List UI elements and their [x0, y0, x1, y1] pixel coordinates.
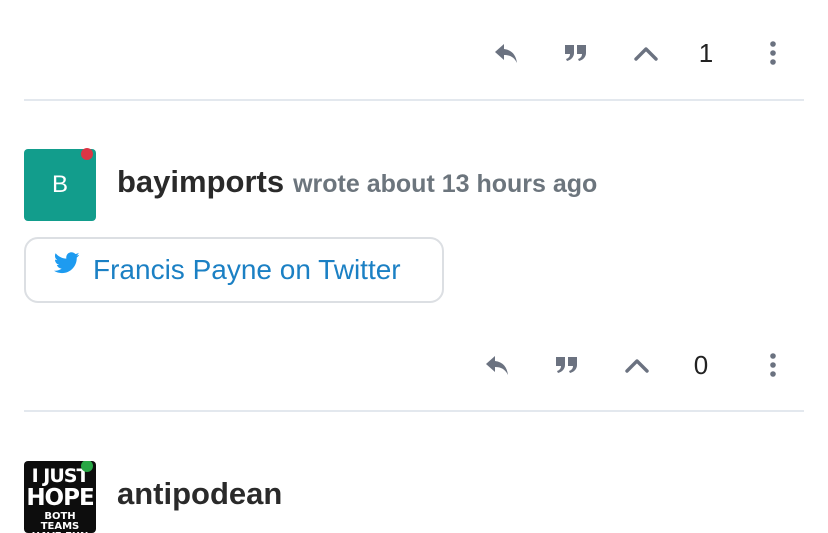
onebox-title: Francis Payne on Twitter	[93, 254, 401, 285]
chevron-up-icon	[625, 358, 649, 373]
upvote-button[interactable]	[631, 33, 661, 73]
avatar[interactable]: B	[24, 148, 96, 221]
avatar-letter: B	[51, 171, 68, 198]
vote-count[interactable]: 0	[686, 345, 716, 385]
username[interactable]: antipodean	[117, 476, 282, 512]
quote-icon	[565, 45, 586, 61]
post-divider	[24, 410, 804, 412]
quote-button[interactable]	[553, 345, 581, 385]
reply-icon	[485, 355, 508, 375]
vote-count[interactable]: 1	[692, 33, 720, 73]
quote-icon	[556, 357, 577, 373]
twitter-icon	[53, 251, 80, 279]
post-1-actions: 1	[0, 33, 828, 73]
chevron-up-icon	[634, 46, 658, 61]
reply-button[interactable]	[481, 345, 513, 385]
post-author-line: antipodean	[117, 476, 282, 512]
presence-indicator-away	[81, 148, 93, 160]
reply-icon	[494, 43, 517, 63]
username[interactable]: bayimports	[117, 164, 284, 200]
reply-button[interactable]	[490, 33, 522, 73]
more-vertical-icon	[770, 41, 776, 65]
avatar-text-line: HOPE	[26, 485, 94, 511]
avatar-text-line: BOTH TEAMS HAVE FUN	[32, 511, 89, 533]
more-vertical-icon	[770, 353, 776, 377]
more-options-button[interactable]	[762, 33, 784, 73]
quote-button[interactable]	[562, 33, 590, 73]
avatar[interactable]: I JUST HOPE BOTH TEAMS HAVE FUN	[24, 461, 96, 533]
post-2-actions: 0	[0, 345, 828, 385]
more-options-button[interactable]	[762, 345, 784, 385]
post-timestamp[interactable]: wrote about 13 hours ago	[293, 170, 597, 199]
post-author-line: bayimports wrote about 13 hours ago	[117, 164, 597, 200]
twitter-onebox-link[interactable]: Francis Payne on Twitter	[24, 237, 444, 303]
post-divider	[24, 99, 804, 101]
upvote-button[interactable]	[622, 345, 652, 385]
